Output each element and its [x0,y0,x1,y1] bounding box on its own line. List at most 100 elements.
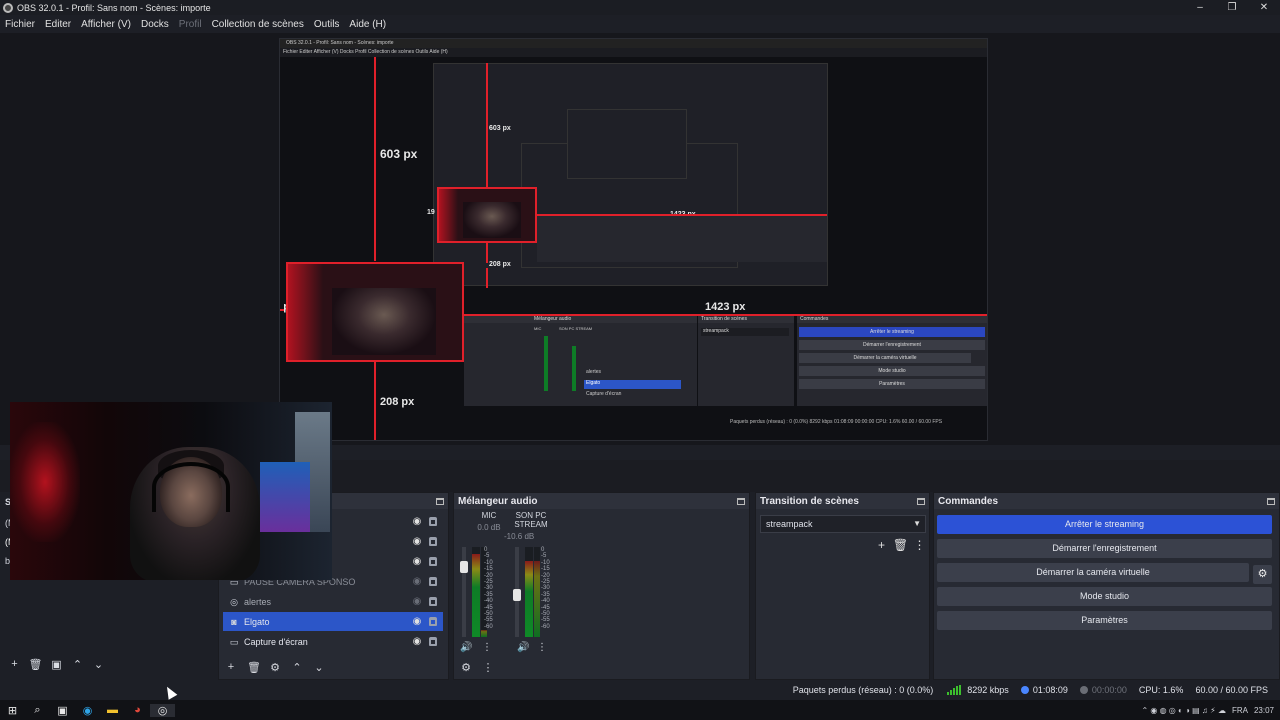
close-button[interactable]: ✕ [1248,0,1280,15]
move-scene-down-button[interactable]: ⌄ [88,658,109,671]
eye-icon[interactable]: ◉ [411,616,423,627]
add-scene-button[interactable]: + [4,658,25,671]
add-source-button[interactable]: + [225,661,237,673]
lock-icon[interactable] [429,577,437,586]
dock-float-icon[interactable] [917,497,925,505]
eye-icon[interactable]: ◉ [411,536,423,547]
search-icon[interactable]: ⌕ [25,704,50,717]
windows-start-icon[interactable]: ⊞ [0,704,25,717]
source-properties-button[interactable]: ⚙ [269,661,281,674]
measure-line-bottom [374,362,376,440]
obs-taskbar-icon[interactable]: ◎ [150,703,175,717]
start-virtual-camera-button[interactable]: Démarrer la caméra virtuelle [937,563,1249,582]
tray-icons[interactable]: ⌃ ◉ ◍ ◎ ◐ ◑ ▤ ♫ ⚡ ☁ [1141,706,1226,715]
audio-mixer-dock: Mélangeur audio MIC 0.0 dB 0 -5 -10 -15 -20-… [453,492,750,680]
gear-icon[interactable]: ⚙ [1253,565,1272,584]
preview-area[interactable]: OBS 32.0.1 - Profil: Sans nom - Scènes: … [0,33,1280,445]
speaker-icon[interactable]: 🔊 [460,642,472,653]
mini-mic-label: MIC [534,326,542,331]
volume-fader-knob[interactable] [460,561,468,573]
remove-transition-button[interactable]: 🗑 [891,538,910,552]
source-row-elgato[interactable]: ◙ Elgato ◉ [223,612,443,631]
dock-float-icon[interactable] [737,497,745,505]
menu-profil[interactable]: Profil [179,19,202,30]
lock-icon[interactable] [429,617,437,626]
source-label: alertes [244,596,272,607]
lock-icon[interactable] [429,637,437,646]
transition-menu-button[interactable]: ⋮ [910,538,929,552]
measure-label-right: 1423 px [705,301,746,313]
window-controls: – ❐ ✕ [1184,0,1280,15]
eye-icon[interactable]: ◉ [411,516,423,527]
mini-mic-meter [544,336,548,391]
mini-src-elgato: Elgato [584,380,681,389]
remove-source-button[interactable]: 🗑 [247,661,261,674]
speaker-icon[interactable]: 🔊 [517,642,529,653]
channel-menu-icon[interactable]: ⋮ [482,642,492,653]
browser-globe-icon: ◎ [230,596,238,607]
settings-button[interactable]: Paramètres [937,611,1272,630]
mixer-toolbar: ⚙ ⋮ [454,659,504,675]
clock[interactable]: 23:07 [1254,706,1274,715]
commands-dock: Commandes Arrêter le streaming Démarrer … [933,492,1280,680]
add-transition-button[interactable]: + [872,538,891,552]
obs-logo-icon [3,2,13,13]
sources-toolbar: + 🗑 ⚙ ⌃ ⌄ [219,659,335,675]
eye-icon[interactable]: ◉ [411,556,423,567]
chevron-down-icon: ▼ [913,519,921,528]
mini-commands-panel: Commandes Arrêter le streaming Démarrer … [797,314,987,406]
volume-fader-knob[interactable] [513,589,521,601]
maximize-button[interactable]: ❐ [1216,0,1248,15]
mini-streampack: streampack [701,328,789,336]
studio-mode-button[interactable]: Mode studio [937,587,1272,606]
menu-editer[interactable]: Editer [45,19,71,30]
lock-icon[interactable] [429,537,437,546]
lock-icon[interactable] [429,557,437,566]
start-recording-button[interactable]: Démarrer l'enregistrement [937,539,1272,558]
measure-label-bottom: 208 px [380,396,415,408]
mini-virtual-cam: Démarrer la caméra virtuelle [799,353,971,363]
minimize-button[interactable]: – [1184,0,1216,15]
menu-docks[interactable]: Docks [141,19,169,30]
mixer-menu-icon[interactable]: ⋮ [482,661,494,674]
menu-outils[interactable]: Outils [314,19,340,30]
transition-select[interactable]: streampack ▼ [760,515,926,533]
mixer-dock-header: Mélangeur audio [454,493,749,509]
lock-icon[interactable] [429,517,437,526]
file-explorer-icon[interactable]: ▬ [100,704,125,716]
remove-scene-button[interactable]: 🗑 [25,658,46,671]
program-preview[interactable]: OBS 32.0.1 - Profil: Sans nom - Scènes: … [279,38,988,441]
eye-icon[interactable]: ◉ [411,636,423,647]
task-view-icon[interactable]: ▣ [50,704,75,717]
bitrate-status: 8292 kbps [967,685,1009,695]
menu-fichier[interactable]: Fichier [5,19,35,30]
lock-icon[interactable] [429,597,437,606]
mini-start-record: Démarrer l'enregistrement [799,340,985,350]
eye-hidden-icon[interactable]: ◉ [411,576,423,587]
eye-hidden-icon[interactable]: ◉ [411,596,423,607]
source-row-alertes[interactable]: ◎ alertes ◉ [223,592,443,611]
chrome-icon[interactable]: ◕ [125,704,150,716]
language-indicator[interactable]: FRA [1232,706,1248,715]
nested-menu-bar: Fichier Editer Afficher (V) Docks Profil… [280,48,987,57]
move-source-down-button[interactable]: ⌄ [313,661,325,674]
move-scene-up-button[interactable]: ⌃ [67,658,88,671]
mixer-settings-icon[interactable]: ⚙ [460,661,472,674]
move-source-up-button[interactable]: ⌃ [291,661,303,674]
menu-collection-scenes[interactable]: Collection de scènes [212,19,304,30]
measure-line-top [374,57,376,261]
edge-browser-icon[interactable]: ◉ [75,704,100,717]
stop-streaming-button[interactable]: Arrêter le streaming [937,515,1272,534]
live-time: 01:08:09 [1032,685,1068,695]
menu-aide[interactable]: Aide (H) [349,19,386,30]
transition-dock-header: Transition de scènes [756,493,929,509]
channel-menu-icon[interactable]: ⋮ [537,642,547,653]
scene-filters-button[interactable]: ▣ [46,658,67,671]
selected-source-elgato[interactable] [286,262,464,362]
record-time: 00:00:00 [1091,685,1127,695]
dock-float-icon[interactable] [1267,497,1275,505]
meter-scale: 0 -5 -10 -15 -20 -25 -30 -35 -40 -45 -50 -55 -60 [541,547,550,630]
source-row-capture-ecran[interactable]: ▭ Capture d'écran ◉ [223,632,443,651]
menu-afficher[interactable]: Afficher (V) [81,19,131,30]
dock-float-icon[interactable] [436,497,444,505]
